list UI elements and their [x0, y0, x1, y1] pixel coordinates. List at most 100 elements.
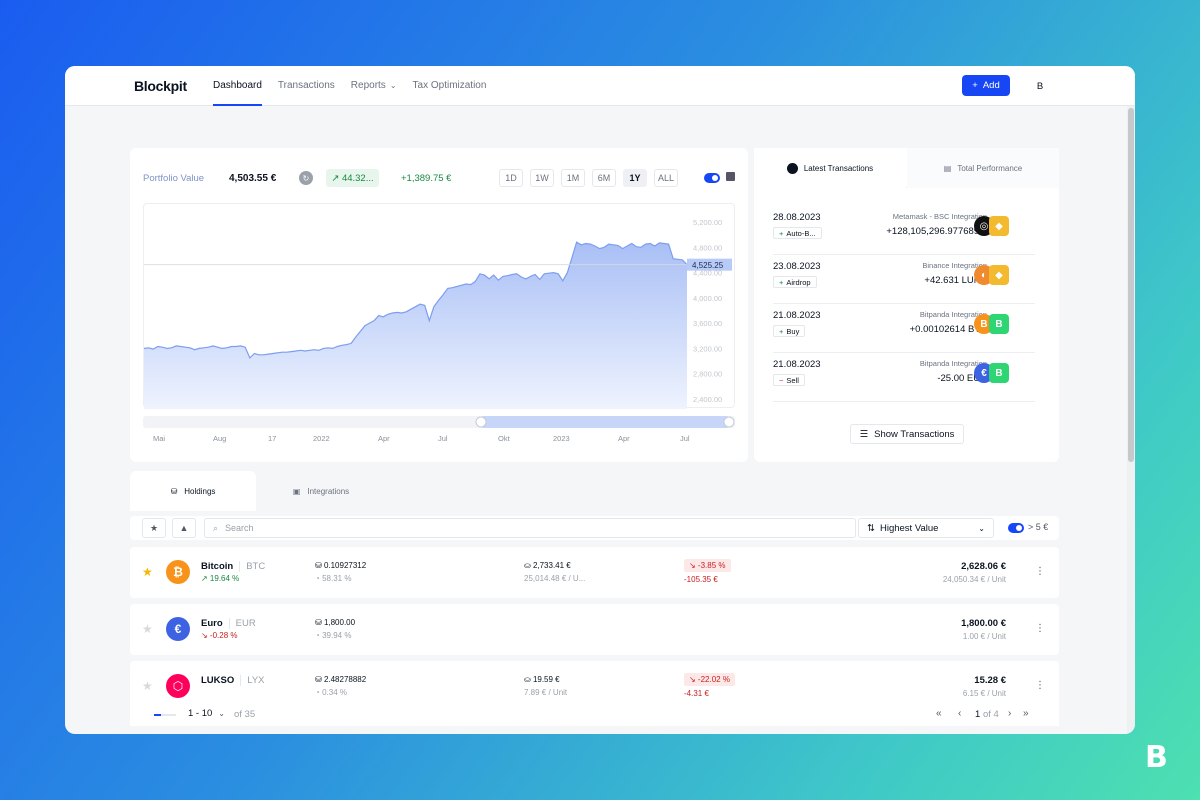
asset-share: ◔ 0.34 % — [315, 688, 347, 697]
tab-performance-label: Total Performance — [957, 163, 1023, 173]
sort-select[interactable]: ⇅ Highest Value ⌄ — [858, 518, 994, 538]
asset-quantity-value: 2.48278882 — [323, 675, 367, 684]
range-6m[interactable]: 6M — [592, 169, 616, 187]
pl-pct-badge: ↘ -3.85 % — [684, 559, 731, 572]
portfolio-label: Portfolio Value — [143, 173, 205, 184]
tx-amount: +128,105,296.977689... — [886, 226, 987, 237]
first-page-icon[interactable]: « — [936, 708, 942, 719]
tx-type: Sell — [786, 375, 799, 385]
asset-value: 15.28 € — [974, 675, 1006, 686]
list-icon: ☰ — [859, 428, 869, 440]
portfolio-value: 4,503.55 € — [229, 173, 277, 184]
warnings-filter-button[interactable]: ▲ — [172, 518, 196, 538]
tx-type: Airdrop — [786, 277, 811, 287]
coins-icon: ⛁ — [170, 486, 178, 496]
next-page-icon[interactable]: › — [1008, 708, 1011, 719]
asset-symbol: BTC — [239, 561, 266, 572]
avatar[interactable]: B — [1029, 75, 1051, 97]
nav-tax-optimization[interactable]: Tax Optimization — [413, 66, 487, 106]
asset-unit-price: 6.15 € / Unit — [962, 689, 1006, 698]
cost-basis: ⛀ 19.59 € — [524, 675, 560, 684]
tab-holdings[interactable]: ⛁ Holdings — [130, 471, 256, 511]
nav-reports[interactable]: Reports ⌄ — [351, 66, 397, 106]
x-tick-label: Okt — [498, 434, 511, 443]
document-icon: ▤ — [943, 163, 952, 173]
tx-type: Auto-B... — [786, 228, 816, 238]
nav-transactions[interactable]: Transactions — [278, 66, 335, 106]
nav-reports-label: Reports — [350, 80, 386, 91]
tab-latest-transactions[interactable]: Latest Transactions — [754, 148, 906, 188]
pagination: 1 - 10 ⌄ of 35 « ‹ 1 of 4 › » — [130, 702, 1059, 726]
pie-icon: ◔ — [315, 688, 320, 697]
show-transactions-button[interactable]: ☰ Show Transactions — [850, 424, 964, 444]
brand-logo[interactable]: Blockpit — [134, 78, 187, 94]
pl-abs: -4.31 € — [684, 689, 709, 698]
app-window: Blockpit Dashboard Transactions Reports ⌄… — [65, 66, 1135, 734]
tx-sign-icon: − — [779, 375, 784, 385]
chart-area — [144, 242, 687, 409]
x-tick-label: 2023 — [553, 434, 570, 443]
asset-quantity: ⛁ 2.48278882 — [315, 675, 366, 684]
coins-icon: ⛁ — [315, 618, 322, 627]
favorite-star-icon[interactable]: ★ — [142, 565, 153, 579]
asset-share-value: 39.94 % — [322, 631, 352, 640]
clock-icon — [786, 162, 798, 174]
sort-icon: ⇅ — [867, 522, 875, 534]
nav-dashboard[interactable]: Dashboard — [213, 66, 262, 106]
x-tick-label: Apr — [618, 434, 630, 443]
transaction-row[interactable]: 23.08.2023 + Airdrop Binance Integration +42… — [773, 255, 1035, 304]
more-options-icon[interactable]: ⋮ — [1035, 680, 1045, 691]
favorites-filter-button[interactable]: ★ — [142, 518, 166, 538]
range-1w[interactable]: 1W — [530, 169, 554, 187]
y-tick-label: 4,400.00 — [693, 269, 722, 278]
favorite-star-icon[interactable]: ★ — [142, 622, 153, 636]
asset-name-text: Euro — [201, 618, 223, 629]
transaction-row[interactable]: 28.08.2023 + Auto-B... Metamask - BSC Integ… — [773, 206, 1035, 255]
pie-icon: ◔ — [315, 574, 320, 583]
asset-share: ◔ 58.31 % — [315, 574, 351, 583]
add-button[interactable]: + Add — [962, 75, 1010, 96]
asset-share-value: 0.34 % — [322, 688, 347, 697]
navigator-handle[interactable] — [723, 416, 735, 428]
x-tick-label: Mai — [153, 434, 165, 443]
prev-page-icon[interactable]: ‹ — [958, 708, 961, 719]
more-options-icon[interactable]: ⋮ — [1035, 566, 1045, 577]
search-input[interactable]: ⌕ Search — [204, 518, 856, 538]
scrollbar-thumb[interactable] — [1128, 108, 1134, 462]
page-size-select[interactable]: 1 - 10 ⌄ — [188, 708, 225, 719]
holding-row[interactable]: ★ € Euro EUR ↘ -0.28 % ⛁ 1,800.00 ◔ 39.94 % 1,8… — [130, 604, 1059, 655]
more-options-icon[interactable]: ⋮ — [1035, 623, 1045, 634]
navigator-selection[interactable] — [481, 416, 729, 428]
tx-asset-icons: ◐ ◆ — [974, 264, 1010, 286]
range-1y[interactable]: 1Y — [623, 169, 647, 187]
brand-corner-mark: B — [1145, 740, 1168, 775]
refresh-icon[interactable]: ↻ — [299, 171, 313, 185]
chart-navigator[interactable]: Mai Aug 17 2022 Apr Jul Okt 2023 Apr Jul — [143, 416, 735, 448]
page-number: 1 — [975, 709, 981, 720]
pager-progress — [154, 714, 176, 716]
asset-change: ↘ -0.28 % — [201, 631, 238, 640]
transaction-row[interactable]: 21.08.2023− Sell Bitpanda Integration -25.0… — [773, 353, 1035, 402]
holding-row[interactable]: ★ ₿ Bitcoin BTC ↗ 19.64 % ⛁ 0.10927312 ◔ 58.31… — [130, 547, 1059, 598]
last-page-icon[interactable]: » — [1023, 708, 1029, 719]
tab-integrations[interactable]: ▣ Integrations — [258, 471, 384, 511]
y-tick-label: 3,600.00 — [693, 319, 722, 328]
favorite-star-icon[interactable]: ★ — [142, 679, 153, 693]
range-1d[interactable]: 1D — [499, 169, 523, 187]
small-balance-toggle[interactable] — [1008, 523, 1024, 533]
exchange-icon: ◆ — [989, 216, 1009, 236]
asset-share-value: 58.31 % — [322, 574, 352, 583]
range-1m[interactable]: 1M — [561, 169, 585, 187]
scrollbar[interactable] — [1127, 106, 1135, 734]
tab-total-performance[interactable]: ▤ Total Performance — [907, 148, 1059, 188]
navigator-handle[interactable] — [475, 416, 487, 428]
asset-unit-price: 1.00 € / Unit — [962, 632, 1006, 641]
chart-toggle[interactable] — [704, 173, 720, 183]
x-tick-label: Jul — [438, 434, 448, 443]
range-all[interactable]: ALL — [654, 169, 678, 187]
latest-tabs: Latest Transactions ▤ Total Performance — [754, 148, 1059, 188]
pl-pct-badge: ↘ -22.02 % — [684, 673, 735, 686]
image-icon[interactable] — [726, 172, 735, 181]
cost-per-unit: 25,014.48 € / U... — [524, 574, 586, 583]
transaction-row[interactable]: 21.08.2023 + Buy Bitpanda Integration +0.001… — [773, 304, 1035, 353]
